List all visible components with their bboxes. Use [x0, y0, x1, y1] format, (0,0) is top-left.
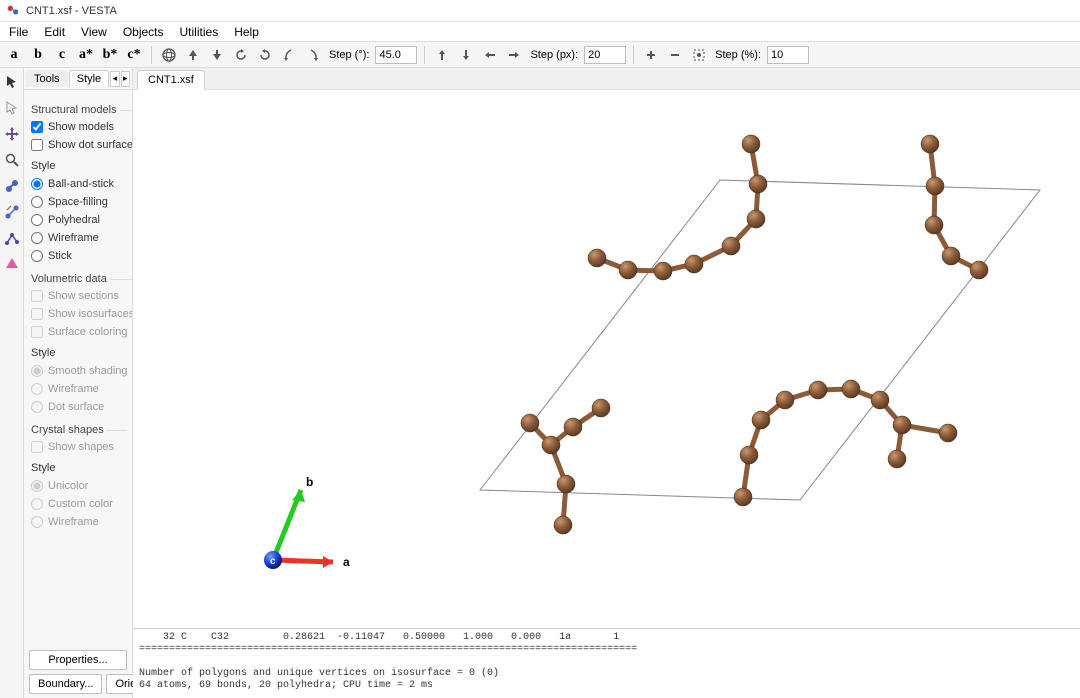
axis-astar-button[interactable]: a* [76, 45, 96, 65]
pan-up-icon[interactable] [432, 45, 452, 65]
window-title: CNT1.xsf - VESTA [26, 5, 117, 17]
radio-stick[interactable]: Stick [31, 247, 132, 265]
main-toolbar: a b c a* b* c* Step (°): Step (px): Step… [0, 42, 1080, 68]
step-pct-input[interactable] [767, 46, 809, 64]
zoom-in-icon[interactable] [641, 45, 661, 65]
axis-c-button[interactable]: c [52, 45, 72, 65]
rotate-cw-icon[interactable] [255, 45, 275, 65]
step-px-label: Step (px): [528, 49, 580, 61]
step-px-input[interactable] [584, 46, 626, 64]
tab-tools[interactable]: Tools [26, 70, 68, 87]
step-pct-label: Step (%): [713, 49, 763, 61]
menu-bar: File Edit View Objects Utilities Help [0, 22, 1080, 42]
section-crystal-shapes: Crystal shapes [31, 422, 107, 438]
radio-wireframe[interactable]: Wireframe [31, 229, 132, 247]
menu-utilities[interactable]: Utilities [173, 23, 226, 41]
boundary-button[interactable]: Boundary... [29, 674, 102, 694]
select-atoms-icon[interactable] [2, 176, 22, 196]
rotate-free-icon[interactable] [159, 45, 179, 65]
app-icon [6, 4, 20, 18]
fit-icon[interactable] [689, 45, 709, 65]
output-console[interactable]: 32 C C32 0.28621 -0.11047 0.50000 1.000 … [133, 628, 1080, 698]
checkbox-show-shapes: Show shapes [31, 438, 127, 456]
properties-button[interactable]: Properties... [29, 650, 127, 670]
vertical-toolbar [0, 68, 24, 698]
measure-angle-icon[interactable] [2, 228, 22, 248]
checkbox-show-models[interactable]: Show models [31, 118, 132, 136]
tilt-left-icon[interactable] [279, 45, 299, 65]
menu-file[interactable]: File [2, 23, 35, 41]
move-tool-icon[interactable] [2, 124, 22, 144]
menu-help[interactable]: Help [227, 23, 266, 41]
pan-right-icon[interactable] [504, 45, 524, 65]
rotate-down-icon[interactable] [207, 45, 227, 65]
document-tab[interactable]: CNT1.xsf [137, 70, 205, 90]
rotate-up-icon[interactable] [183, 45, 203, 65]
section-structural-models: Structural models [31, 102, 120, 118]
side-panel: Tools Style ◂ ▸ Structural models Show m… [24, 68, 133, 698]
radio-smooth-shading: Smooth shading [31, 362, 132, 380]
tab-style[interactable]: Style [69, 70, 109, 87]
step-deg-input[interactable] [375, 46, 417, 64]
title-bar: CNT1.xsf - VESTA [0, 0, 1080, 22]
pan-left-icon[interactable] [480, 45, 500, 65]
axis-bstar-button[interactable]: b* [100, 45, 120, 65]
axis-a-button[interactable]: a [4, 45, 24, 65]
radio-space-filling[interactable]: Space-filling [31, 193, 132, 211]
checkbox-show-dot-surface[interactable]: Show dot surface [31, 136, 132, 154]
tab-scroll-left-icon[interactable]: ◂ [110, 71, 119, 87]
zoom-tool-icon[interactable] [2, 150, 22, 170]
step-deg-label: Step (°): [327, 49, 371, 61]
checkbox-surface-coloring: Surface coloring [31, 323, 132, 341]
document-tab-bar: CNT1.xsf [133, 68, 1080, 90]
radio-unicolor: Unicolor [31, 477, 127, 495]
plane-tool-icon[interactable] [2, 254, 22, 274]
axis-cstar-button[interactable]: c* [124, 45, 144, 65]
label-style-3: Style [31, 460, 127, 476]
label-style-1: Style [31, 158, 132, 174]
viewport-3d[interactable]: a b c [133, 90, 1080, 628]
axis-b-button[interactable]: b [28, 45, 48, 65]
label-style-2: Style [31, 345, 132, 361]
radio-wireframe-crystal: Wireframe [31, 513, 127, 531]
radio-ball-and-stick[interactable]: Ball-and-stick [31, 175, 132, 193]
menu-view[interactable]: View [74, 23, 114, 41]
checkbox-show-isosurfaces: Show isosurfaces [31, 305, 132, 323]
tilt-right-icon[interactable] [303, 45, 323, 65]
pointer-tool-icon[interactable] [2, 72, 22, 92]
section-volumetric-data: Volumetric data [31, 271, 110, 287]
radio-dot-surface: Dot surface [31, 398, 132, 416]
zoom-out-icon[interactable] [665, 45, 685, 65]
radio-polyhedral[interactable]: Polyhedral [31, 211, 132, 229]
measure-distance-icon[interactable] [2, 202, 22, 222]
menu-edit[interactable]: Edit [37, 23, 72, 41]
radio-wireframe-vol: Wireframe [31, 380, 132, 398]
checkbox-show-sections: Show sections [31, 287, 132, 305]
menu-objects[interactable]: Objects [116, 23, 171, 41]
tab-scroll-right-icon[interactable]: ▸ [121, 71, 130, 87]
rotate-ccw-icon[interactable] [231, 45, 251, 65]
structure-render [133, 90, 1080, 628]
radio-custom-color: Custom color [31, 495, 127, 513]
lasso-tool-icon[interactable] [2, 98, 22, 118]
pan-down-icon[interactable] [456, 45, 476, 65]
